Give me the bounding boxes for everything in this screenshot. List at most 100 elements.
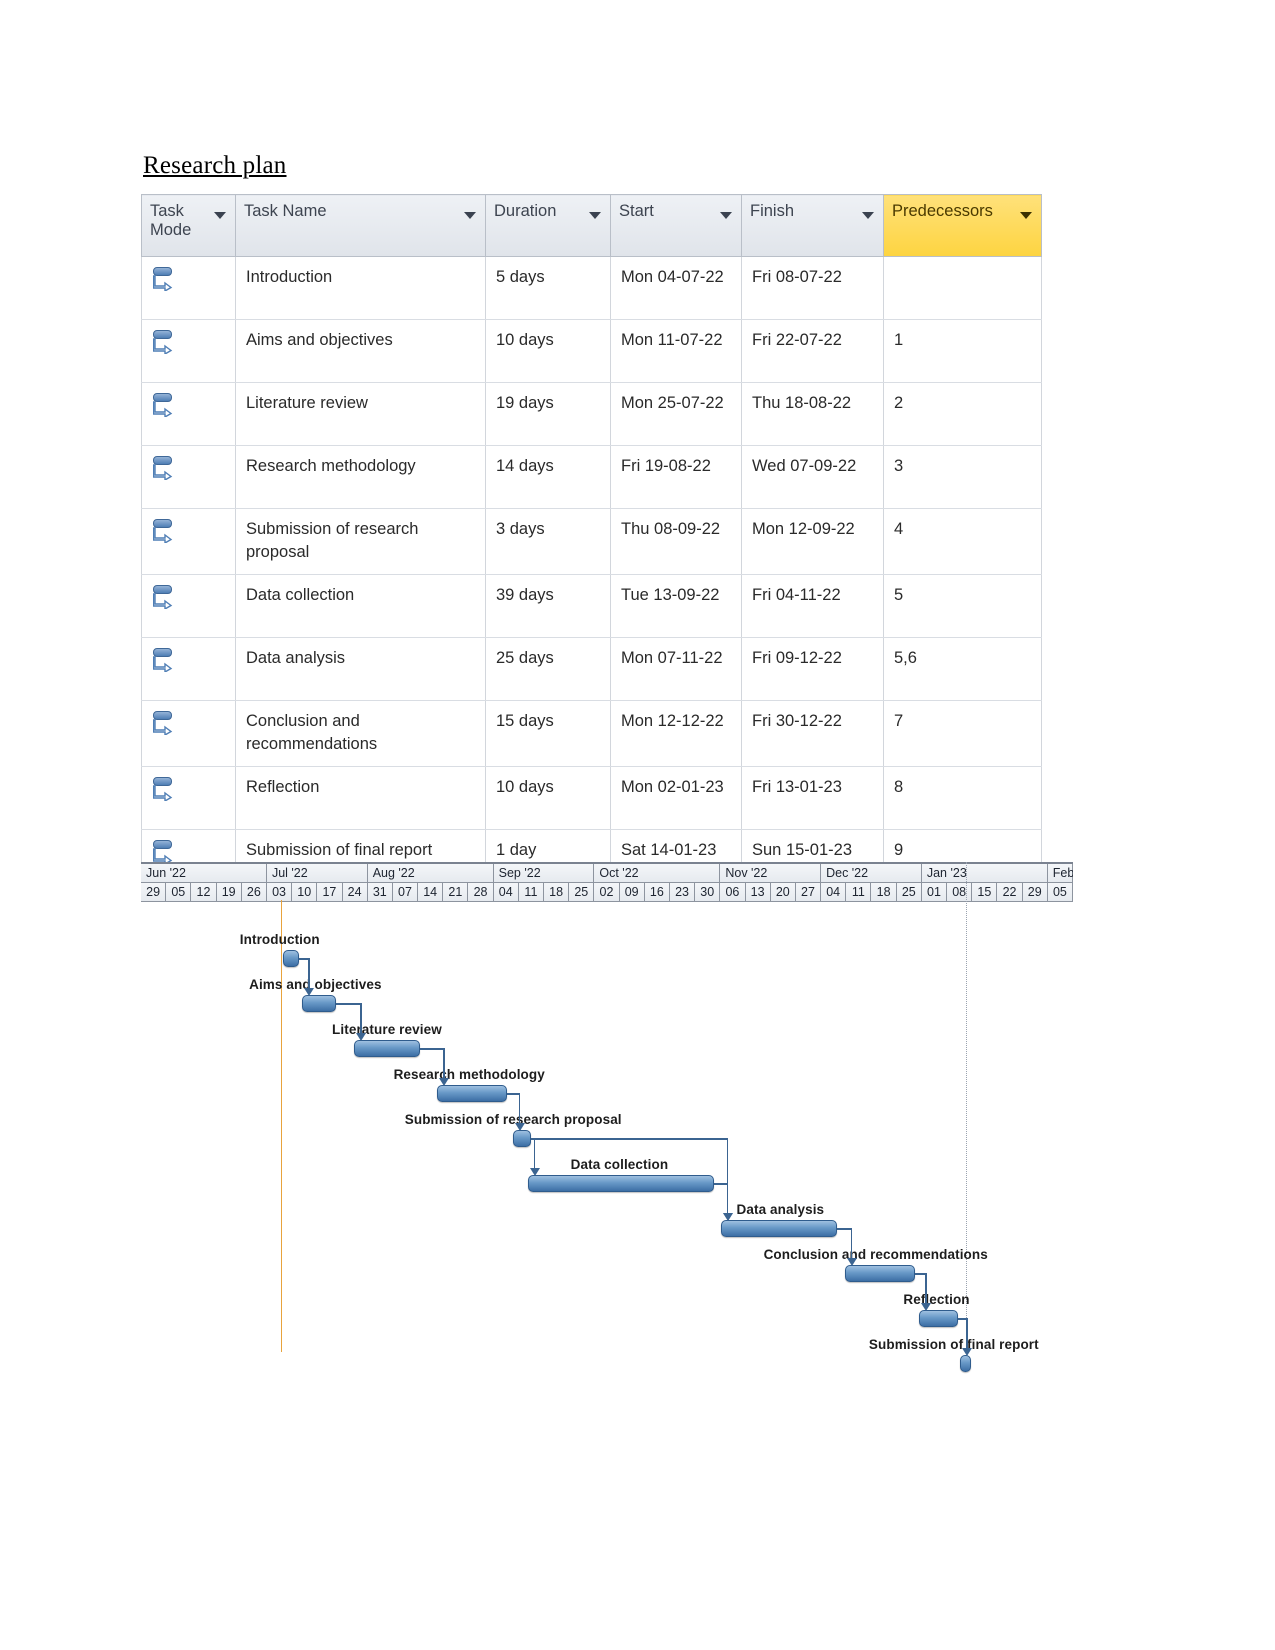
dependency-link-h: [714, 1183, 728, 1185]
cell-task-mode[interactable]: [141, 256, 236, 320]
cell-task-name[interactable]: Research methodology: [235, 445, 486, 509]
gantt-task-bar[interactable]: [512, 1130, 531, 1147]
auto-schedule-icon[interactable]: [152, 329, 178, 355]
cell-duration[interactable]: 19 days: [485, 382, 611, 446]
cell-finish[interactable]: Thu 18-08-22: [741, 382, 884, 446]
column-header-task-name-label: Task Name: [244, 202, 327, 220]
auto-schedule-icon[interactable]: [152, 266, 178, 292]
column-header-task-mode-label: Task Mode: [150, 202, 192, 239]
cell-task-name[interactable]: Literature review: [235, 382, 486, 446]
cell-duration[interactable]: 15 days: [485, 699, 611, 767]
cell-task-name[interactable]: Data analysis: [235, 636, 486, 701]
project-finish-marker-line: [965, 862, 967, 1352]
cell-predecessors[interactable]: 5,6: [883, 636, 1042, 701]
cell-finish[interactable]: Wed 07-09-22: [741, 445, 884, 509]
table-row[interactable]: Aims and objectives 10 days Mon 11-07-22 Fr…: [141, 319, 1042, 383]
filter-dropdown-icon-finish[interactable]: [862, 212, 874, 219]
column-header-start[interactable]: Start: [610, 194, 742, 257]
cell-predecessors[interactable]: 2: [883, 382, 1042, 446]
auto-schedule-icon[interactable]: [152, 392, 178, 418]
auto-schedule-icon[interactable]: [152, 710, 178, 736]
gantt-task-bar[interactable]: [960, 1355, 972, 1372]
table-row[interactable]: Introduction 5 days Mon 04-07-22 Fri 08-07-…: [141, 256, 1042, 320]
cell-finish[interactable]: Fri 30-12-22: [741, 699, 884, 767]
column-header-finish[interactable]: Finish: [741, 194, 884, 257]
cell-duration[interactable]: 10 days: [485, 319, 611, 383]
cell-finish[interactable]: Fri 09-12-22: [741, 636, 884, 701]
auto-schedule-icon[interactable]: [152, 455, 178, 481]
cell-task-name[interactable]: Submission of research proposal: [235, 508, 486, 575]
cell-duration[interactable]: 14 days: [485, 445, 611, 509]
column-header-task-name[interactable]: Task Name: [235, 194, 486, 257]
table-row[interactable]: Data analysis 25 days Mon 07-11-22 Fri 09-1…: [141, 636, 1042, 701]
cell-start[interactable]: Mon 07-11-22: [610, 636, 742, 701]
cell-predecessors[interactable]: 3: [883, 445, 1042, 509]
cell-predecessors[interactable]: 7: [883, 699, 1042, 767]
dependency-link-v: [966, 1318, 968, 1349]
cell-task-mode[interactable]: [141, 636, 236, 701]
gantt-task-bar[interactable]: [844, 1265, 915, 1282]
column-header-duration-label: Duration: [494, 202, 557, 220]
auto-schedule-icon[interactable]: [152, 776, 178, 802]
cell-start[interactable]: Mon 04-07-22: [610, 256, 742, 320]
filter-dropdown-icon-predecessors[interactable]: [1020, 212, 1032, 219]
dependency-link-h: [837, 1228, 852, 1230]
cell-task-mode[interactable]: [141, 319, 236, 383]
cell-start[interactable]: Mon 11-07-22: [610, 319, 742, 383]
column-header-predecessors[interactable]: Predecessors: [883, 194, 1042, 257]
cell-task-name[interactable]: Conclusion and recommendations: [235, 699, 486, 767]
cell-start[interactable]: Mon 25-07-22: [610, 382, 742, 446]
column-header-duration[interactable]: Duration: [485, 194, 611, 257]
cell-task-mode[interactable]: [141, 382, 236, 446]
cell-finish[interactable]: Fri 04-11-22: [741, 573, 884, 638]
cell-task-name[interactable]: Introduction: [235, 256, 486, 320]
timeline-month-cell: Nov '22: [720, 864, 822, 883]
gantt-task-bar[interactable]: [437, 1085, 508, 1102]
gantt-task-bar[interactable]: [282, 950, 299, 967]
cell-predecessors[interactable]: 4: [883, 508, 1042, 575]
gantt-task-bar[interactable]: [527, 1175, 715, 1192]
filter-dropdown-icon-start[interactable]: [720, 212, 732, 219]
table-row[interactable]: Literature review 19 days Mon 25-07-22 Thu …: [141, 382, 1042, 446]
gantt-bar-label: Reflection: [903, 1292, 970, 1307]
cell-predecessors[interactable]: 1: [883, 319, 1042, 383]
cell-duration[interactable]: 3 days: [485, 508, 611, 575]
cell-task-name[interactable]: Data collection: [235, 573, 486, 638]
filter-dropdown-icon-task-mode[interactable]: [214, 212, 226, 219]
cell-duration[interactable]: 25 days: [485, 636, 611, 701]
cell-start[interactable]: Thu 08-09-22: [610, 508, 742, 575]
table-row[interactable]: Data collection 39 days Tue 13-09-22 Fri 04…: [141, 573, 1042, 638]
cell-task-mode[interactable]: [141, 445, 236, 509]
cell-predecessors[interactable]: 5: [883, 573, 1042, 638]
cell-task-name[interactable]: Aims and objectives: [235, 319, 486, 383]
cell-start[interactable]: Mon 12-12-22: [610, 699, 742, 767]
timeline-month-cell: Oct '22: [594, 864, 721, 883]
cell-task-mode[interactable]: [141, 699, 236, 767]
auto-schedule-icon[interactable]: [152, 518, 178, 544]
cell-finish[interactable]: Mon 12-09-22: [741, 508, 884, 575]
cell-finish[interactable]: Fri 22-07-22: [741, 319, 884, 383]
auto-schedule-icon[interactable]: [152, 647, 178, 673]
cell-predecessors[interactable]: [883, 256, 1042, 320]
gantt-task-bar[interactable]: [302, 995, 336, 1012]
dependency-link-v: [443, 1048, 445, 1079]
cell-duration[interactable]: 5 days: [485, 256, 611, 320]
cell-start[interactable]: Tue 13-09-22: [610, 573, 742, 638]
gantt-task-bar[interactable]: [919, 1310, 959, 1327]
task-table: Task Mode Task Name Duration Start Finis…: [141, 194, 1042, 893]
table-row[interactable]: Submission of research proposal 3 days Thu…: [141, 508, 1042, 575]
table-row[interactable]: Conclusion and recommendations 15 days Mon…: [141, 699, 1042, 767]
cell-task-mode[interactable]: [141, 508, 236, 575]
cell-task-mode[interactable]: [141, 573, 236, 638]
table-row[interactable]: Research methodology 14 days Fri 19-08-22 W…: [141, 445, 1042, 509]
column-header-task-mode[interactable]: Task Mode: [141, 194, 236, 257]
filter-dropdown-icon-task-name[interactable]: [464, 212, 476, 219]
gantt-task-bar[interactable]: [354, 1040, 420, 1057]
gantt-task-bar[interactable]: [720, 1220, 838, 1237]
cell-duration[interactable]: 39 days: [485, 573, 611, 638]
auto-schedule-icon[interactable]: [152, 584, 178, 610]
cell-start[interactable]: Fri 19-08-22: [610, 445, 742, 509]
cell-finish[interactable]: Fri 08-07-22: [741, 256, 884, 320]
filter-dropdown-icon-duration[interactable]: [589, 212, 601, 219]
page-title: Research plan: [143, 152, 287, 179]
